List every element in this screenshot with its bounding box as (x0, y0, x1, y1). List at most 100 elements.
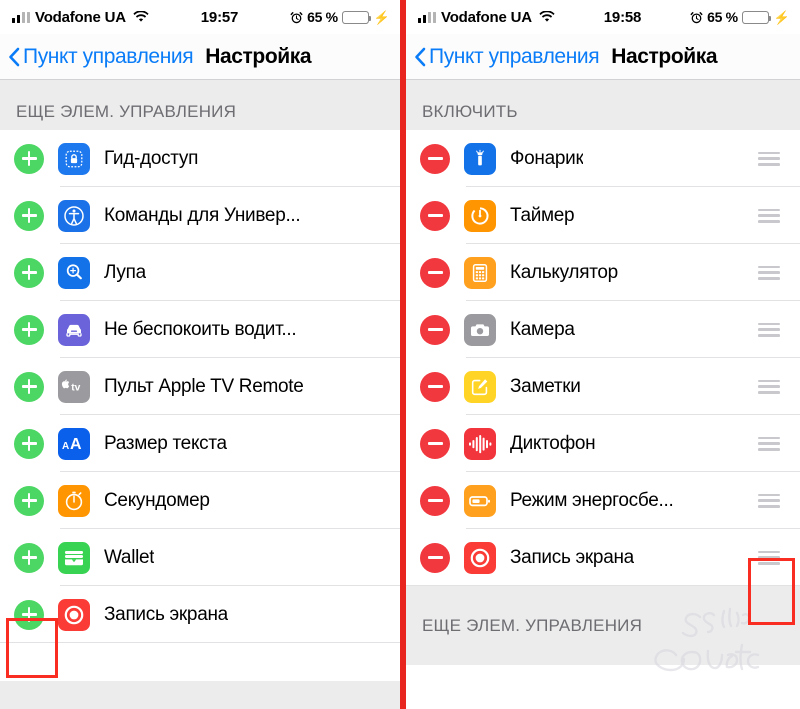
wifi-icon (133, 11, 149, 23)
status-bar-left-group: Vodafone UA (12, 9, 149, 26)
drag-handle-icon[interactable] (758, 493, 780, 508)
list-item-label: Таймер (510, 204, 575, 226)
list-item-label: Калькулятор (510, 261, 618, 283)
back-button-left[interactable]: Пункт управления (8, 44, 194, 69)
list-item-label: Фонарик (510, 147, 584, 169)
included-controls-list: Фонарик Таймер Калькулятор Камера Заметк… (406, 130, 800, 586)
accessibility-icon (58, 199, 90, 232)
remove-toggle-camera[interactable] (420, 314, 450, 345)
battery-percent: 65 % (707, 9, 738, 25)
list-item-label: Лупа (104, 261, 146, 283)
list-item[interactable]: Калькулятор (406, 244, 800, 301)
car-icon (58, 313, 90, 346)
add-toggle-text-size[interactable] (14, 428, 44, 459)
list-item-label: Диктофон (510, 432, 596, 454)
list-item-label: Запись экрана (104, 603, 228, 625)
list-item[interactable]: Таймер (406, 187, 800, 244)
remove-toggle-low-power-mode[interactable] (420, 485, 450, 516)
list-item-label: Режим энергосбе... (510, 489, 674, 511)
list-item[interactable]: Запись экрана (0, 586, 400, 643)
drag-handle-icon[interactable] (758, 151, 780, 166)
remove-toggle-voice-memos[interactable] (420, 428, 450, 459)
list-item-label: Не беспокоить водит... (104, 318, 297, 340)
battery-percent: 65 % (307, 9, 338, 25)
list-item-label: Команды для Универ... (104, 204, 301, 226)
section-header-include: ВКЛЮЧИТЬ (406, 80, 800, 130)
list-item-label: Секундомер (104, 489, 210, 511)
back-button-label-left: Пункт управления (23, 44, 194, 68)
status-bar-right-group: 65 % ⚡ (290, 9, 390, 25)
magnifier-icon (58, 256, 90, 289)
list-item-label: Запись экрана (510, 546, 634, 568)
back-button-right[interactable]: Пункт управления (414, 44, 600, 69)
screen-record-icon (58, 598, 90, 631)
remove-toggle-screen-recording[interactable] (420, 542, 450, 573)
remove-toggle-notes[interactable] (420, 371, 450, 402)
camera-icon (464, 313, 496, 346)
list-item[interactable]: Запись экрана (406, 529, 800, 586)
back-button-label-right: Пункт управления (429, 44, 600, 68)
add-toggle-apple-tv-remote[interactable] (14, 371, 44, 402)
carrier-name: Vodafone UA (441, 8, 532, 26)
text-size-icon: AA (58, 427, 90, 460)
list-item[interactable]: Диктофон (406, 415, 800, 472)
nav-bar-left: Пункт управления Настройка (0, 34, 400, 80)
list-item[interactable]: Фонарик (406, 130, 800, 187)
chevron-left-icon (9, 47, 20, 66)
calculator-icon (464, 256, 496, 289)
add-toggle-wallet[interactable] (14, 542, 44, 573)
stopwatch-icon (58, 484, 90, 517)
status-bar-right: Vodafone UA 19:58 65 % ⚡ (406, 0, 800, 34)
status-bar-left: Vodafone UA 19:57 65 % ⚡ (0, 0, 400, 34)
dual-screenshot-comparison: Vodafone UA 19:57 65 % ⚡ Пункт управлени… (0, 0, 800, 709)
list-item[interactable]: Заметки (406, 358, 800, 415)
status-bar-left-group: Vodafone UA (418, 9, 555, 26)
list-item-label: Wallet (104, 546, 155, 568)
lightning-bolt-icon: ⚡ (773, 9, 790, 25)
drag-handle-icon[interactable] (758, 208, 780, 223)
left-phone-screen: Vodafone UA 19:57 65 % ⚡ Пункт управлени… (0, 0, 400, 709)
list-item[interactable]: tv Пульт Apple TV Remote (0, 358, 400, 415)
list-item[interactable]: Гид-доступ (0, 130, 400, 187)
drag-handle-icon[interactable] (758, 379, 780, 394)
list-item[interactable]: Секундомер (0, 472, 400, 529)
list-item[interactable]: Wallet (0, 529, 400, 586)
add-toggle-screen-recording[interactable] (14, 599, 44, 630)
cellular-signal-icon (12, 11, 30, 23)
drag-handle-icon[interactable] (758, 322, 780, 337)
battery-icon (341, 10, 372, 24)
list-item[interactable]: Не беспокоить водит... (0, 301, 400, 358)
list-item[interactable]: Камера (406, 301, 800, 358)
remove-toggle-timer[interactable] (420, 200, 450, 231)
drag-handle-icon[interactable] (758, 436, 780, 451)
status-bar-right-group: 65 % ⚡ (690, 9, 790, 25)
add-toggle-stopwatch[interactable] (14, 485, 44, 516)
list-item[interactable]: AA Размер текста (0, 415, 400, 472)
drag-handle-screen-recording[interactable] (758, 550, 780, 565)
right-phone-screen: Vodafone UA 19:58 65 % ⚡ Пункт управлени… (400, 0, 800, 709)
carrier-name: Vodafone UA (35, 8, 126, 26)
nav-bar-right: Пункт управления Настройка (406, 34, 800, 80)
page-title-left: Настройка (205, 44, 312, 68)
drag-handle-icon[interactable] (758, 265, 780, 280)
list-item[interactable]: Режим энергосбе... (406, 472, 800, 529)
list-item[interactable]: Команды для Универ... (0, 187, 400, 244)
wallet-icon (58, 541, 90, 574)
list-item-label: Заметки (510, 375, 581, 397)
remove-toggle-flashlight[interactable] (420, 143, 450, 174)
screen-record-icon (464, 541, 496, 574)
alarm-clock-icon (290, 11, 303, 23)
remove-toggle-calculator[interactable] (420, 257, 450, 288)
add-toggle-guided-access[interactable] (14, 143, 44, 174)
list-item[interactable]: Лупа (0, 244, 400, 301)
list-bottom-spacer-left (0, 681, 400, 709)
flashlight-icon (464, 142, 496, 175)
add-toggle-magnifier[interactable] (14, 257, 44, 288)
chevron-left-icon (415, 47, 426, 66)
more-controls-list: Гид-доступ Команды для Универ... Лупа Не… (0, 130, 400, 643)
timer-icon (464, 199, 496, 232)
svg-text:A: A (70, 436, 82, 453)
section-header-more-controls-left: ЕЩЕ ЭЛЕМ. УПРАВЛЕНИЯ (0, 80, 400, 130)
add-toggle-do-not-disturb-driving[interactable] (14, 314, 44, 345)
add-toggle-accessibility-shortcuts[interactable] (14, 200, 44, 231)
